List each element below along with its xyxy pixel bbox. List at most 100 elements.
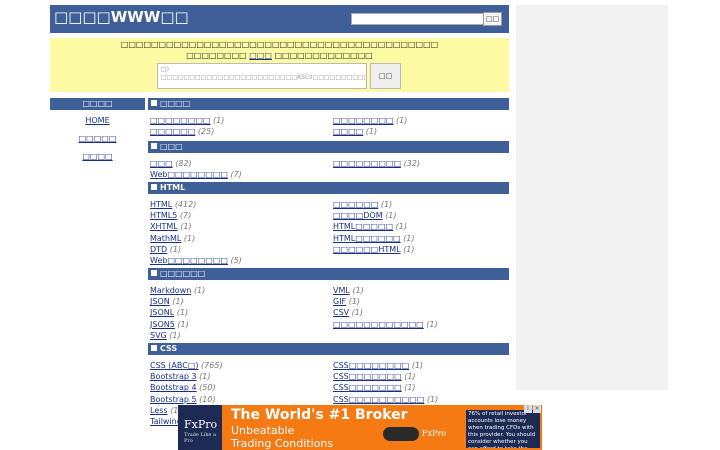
category-item: JSON5 (1) bbox=[150, 319, 189, 330]
section-square-icon bbox=[151, 100, 157, 106]
section-title: HTML bbox=[160, 183, 186, 192]
category-item: HTML5 (7) bbox=[150, 210, 191, 221]
ad-close-icon[interactable]: × bbox=[533, 405, 541, 413]
category-link[interactable]: Less bbox=[150, 406, 168, 415]
site-title[interactable]: □□□□WWW□□ bbox=[54, 8, 189, 26]
ad-brand-box: FxPro Trade Like a Pro bbox=[178, 405, 222, 450]
category-link[interactable]: □□□ bbox=[150, 159, 173, 168]
category-count: (1) bbox=[396, 116, 408, 125]
category-item: CSS□□□□□□□ (1) bbox=[333, 371, 416, 382]
category-item: Bootstrap 3 (1) bbox=[150, 371, 211, 382]
category-link[interactable]: JSON5 bbox=[150, 320, 175, 329]
category-item: □□□□□□□□□ (32) bbox=[333, 158, 420, 169]
category-count: (1) bbox=[193, 286, 206, 295]
category-link[interactable]: JSONL bbox=[150, 308, 174, 317]
category-link[interactable]: JSON bbox=[150, 297, 170, 306]
category-item: □□□□□□ (25) bbox=[150, 126, 214, 137]
category-link[interactable]: MathML bbox=[150, 234, 181, 243]
category-link[interactable]: CSS□□□□□□□ bbox=[333, 383, 402, 392]
category-link[interactable]: □□□□ bbox=[333, 127, 363, 136]
category-link[interactable]: GIF bbox=[333, 297, 346, 306]
category-item: □□□□□□□□□□□□ (1) bbox=[333, 319, 438, 330]
category-item: Web□□□□□□□□ (7) bbox=[150, 169, 242, 180]
category-link[interactable]: □□□□□□HTML bbox=[333, 245, 401, 254]
category-link[interactable]: CSS□□□□□□□ bbox=[333, 372, 402, 381]
category-count: (1) bbox=[176, 308, 189, 318]
category-link[interactable]: Bootstrap 5 bbox=[150, 395, 197, 404]
site-header: □□□□WWW□□ □□ bbox=[50, 5, 509, 33]
notice-box: □□□□□□□□□□□□□□□□□□□□□□□□□□□□□□□□□□□□□□□□… bbox=[50, 38, 509, 92]
category-item: □□□□DOM (1) bbox=[333, 210, 396, 221]
ad-info-icon[interactable]: i bbox=[524, 405, 532, 413]
category-count: (7) bbox=[230, 170, 242, 180]
category-link[interactable]: HTML□□□□□□ bbox=[333, 234, 401, 243]
category-link[interactable]: Markdown bbox=[150, 286, 191, 295]
category-link[interactable]: Web□□□□□□□□ bbox=[150, 170, 228, 179]
category-item: CSS□□□□□□□ (1) bbox=[333, 382, 416, 393]
category-link[interactable]: □□□□□□ bbox=[333, 200, 378, 209]
category-link[interactable]: VML bbox=[333, 286, 350, 295]
category-count: (1) bbox=[395, 222, 407, 232]
category-item: □□□ (82) bbox=[150, 158, 192, 169]
section-header: CSS bbox=[148, 343, 509, 355]
section-header: HTML bbox=[148, 182, 509, 194]
category-link[interactable]: CSS (ABC□) bbox=[150, 361, 199, 370]
notice-link[interactable]: □□□ bbox=[249, 51, 272, 60]
category-item: JSONL (1) bbox=[150, 307, 188, 318]
section-title: □□□ bbox=[160, 142, 183, 151]
search-button[interactable]: □□ bbox=[483, 12, 502, 26]
category-link[interactable]: □□□□DOM bbox=[333, 211, 383, 220]
category-item: MathML (1) bbox=[150, 233, 195, 244]
section-title: CSS bbox=[160, 344, 178, 353]
menu-link-home[interactable]: HOME bbox=[50, 116, 145, 134]
notice-line-1: □□□□□□□□□□□□□□□□□□□□□□□□□□□□□□□□□□□□□□□□… bbox=[120, 40, 439, 49]
menu-link-2[interactable]: □□□□□ bbox=[50, 134, 145, 152]
category-count: (1) bbox=[403, 233, 415, 243]
menu-link-3[interactable]: □□□□ bbox=[50, 152, 145, 170]
section-header: □□□□□□ bbox=[148, 268, 509, 280]
category-link[interactable]: □□□□□□□□□ bbox=[333, 159, 401, 168]
category-item: GIF (1) bbox=[333, 296, 360, 307]
ad-brand-logo-2: FxPro bbox=[422, 429, 447, 438]
notice-text-pre: □□□□□□□□ bbox=[186, 51, 250, 60]
category-count: (1) bbox=[403, 244, 415, 254]
feedback-textarea[interactable]: □) □□□□□□□□□□□□□□□□□□□□□□□□ASCII□□□□□□□□… bbox=[157, 63, 367, 89]
category-link[interactable]: CSS□□□□□□□□ bbox=[333, 361, 409, 370]
bottom-ad-banner[interactable]: FxPro Trade Like a Pro The World's #1 Br… bbox=[178, 405, 542, 450]
category-item: HTML (412) bbox=[150, 199, 196, 210]
category-link[interactable]: XHTML bbox=[150, 222, 178, 231]
category-count: (1) bbox=[169, 244, 182, 254]
search-input[interactable] bbox=[351, 13, 486, 25]
category-link[interactable]: CSV bbox=[333, 308, 349, 317]
category-link[interactable]: □□□□□□□□ bbox=[333, 116, 393, 125]
category-count: (1) bbox=[380, 200, 393, 209]
category-link[interactable]: CSS□□□□□□□□□□ bbox=[333, 395, 424, 404]
send-button[interactable]: □□ bbox=[370, 63, 401, 89]
section-header: □□□ bbox=[148, 141, 509, 153]
category-item: CSS□□□□□□□□□□ (1) bbox=[333, 394, 438, 405]
category-link[interactable]: Web□□□□□□□□ bbox=[150, 256, 228, 265]
category-link[interactable]: □□□□□□□□□□□□ bbox=[333, 320, 424, 329]
category-link[interactable]: HTML□□□□□ bbox=[333, 222, 393, 231]
category-count: (765) bbox=[201, 361, 223, 370]
category-link[interactable]: □□□□□□□□ bbox=[150, 116, 210, 125]
category-link[interactable]: DTD bbox=[150, 245, 167, 254]
category-count: (1) bbox=[365, 127, 378, 137]
category-link[interactable]: □□□□□□ bbox=[150, 127, 195, 136]
category-count: (7) bbox=[179, 211, 192, 221]
category-link[interactable]: Bootstrap 4 bbox=[150, 383, 197, 392]
category-count: (1) bbox=[404, 383, 416, 393]
category-link[interactable]: Bootstrap 3 bbox=[150, 372, 197, 381]
category-count: (1) bbox=[213, 116, 225, 125]
category-count: (1) bbox=[180, 222, 192, 232]
category-link[interactable]: SVG bbox=[150, 331, 167, 340]
category-link[interactable]: HTML bbox=[150, 200, 172, 209]
category-item: DTD (1) bbox=[150, 244, 181, 255]
section-title: □□□□□□ bbox=[160, 269, 206, 278]
ad-subline-1: Unbeatable bbox=[231, 424, 295, 437]
side-ad-placeholder bbox=[516, 5, 668, 390]
category-count: (82) bbox=[175, 159, 192, 168]
category-count: (1) bbox=[169, 330, 181, 340]
category-link[interactable]: HTML5 bbox=[150, 211, 177, 220]
category-item: HTML□□□□□ (1) bbox=[333, 221, 407, 232]
